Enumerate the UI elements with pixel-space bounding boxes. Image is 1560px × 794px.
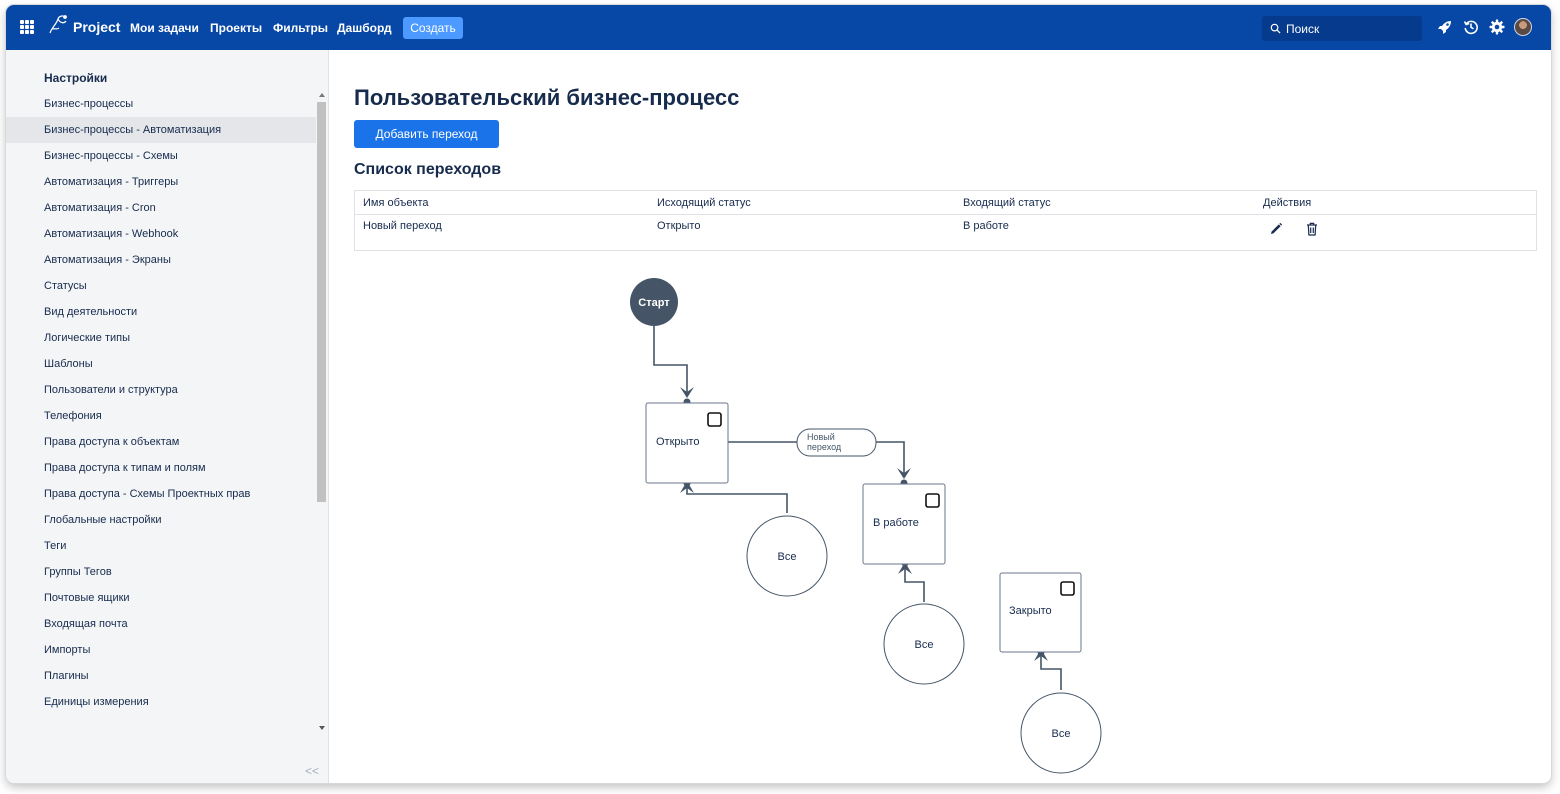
top-navigation-bar: Project Мои задачи Проекты Фильтры Дашбо… bbox=[6, 5, 1551, 50]
sidebar-item-imports[interactable]: Импорты bbox=[6, 637, 316, 663]
sidebar-title: Настройки bbox=[44, 71, 108, 85]
node-checkbox-icon[interactable] bbox=[925, 493, 940, 508]
search-placeholder: Поиск bbox=[1286, 21, 1320, 36]
workflow-diagram: Старт Открыто Новый переход В работе Зак… bbox=[630, 278, 1102, 774]
sidebar-list: Бизнес-процессы Бизнес-процессы - Автома… bbox=[6, 91, 316, 715]
status-label-open: Открыто bbox=[656, 436, 699, 448]
node-checkbox-icon[interactable] bbox=[1060, 581, 1075, 596]
all-node-label: Все bbox=[915, 639, 934, 651]
all-node-label: Все bbox=[1052, 728, 1071, 740]
edge-all-to-closed bbox=[1040, 655, 1062, 690]
sidebar-item-templates[interactable]: Шаблоны bbox=[6, 351, 316, 377]
edge-start-to-open bbox=[653, 326, 688, 394]
app-window: Project Мои задачи Проекты Фильтры Дашбо… bbox=[6, 5, 1551, 783]
sidebar-item-plugins[interactable]: Плагины bbox=[6, 663, 316, 689]
sidebar-item-automation-screens[interactable]: Автоматизация - Экраны bbox=[6, 247, 316, 273]
sidebar-item-automation-webhook[interactable]: Автоматизация - Webhook bbox=[6, 221, 316, 247]
sidebar-item-logical-types[interactable]: Логические типы bbox=[6, 325, 316, 351]
create-button[interactable]: Создать bbox=[403, 17, 463, 39]
transition-label-line1: Новый bbox=[807, 432, 835, 442]
edge-all-to-inwork bbox=[904, 567, 925, 602]
nav-my-tasks[interactable]: Мои задачи bbox=[130, 21, 199, 35]
sidebar-item-incoming-mail[interactable]: Входящая почта bbox=[6, 611, 316, 637]
sidebar-item-automation-triggers[interactable]: Автоматизация - Триггеры bbox=[6, 169, 316, 195]
nav-projects[interactable]: Проекты bbox=[210, 21, 262, 35]
transition-label-line2: переход bbox=[807, 442, 842, 452]
search-icon bbox=[1270, 23, 1281, 34]
status-node-in-work[interactable]: В работе bbox=[862, 483, 946, 565]
sidebar-item-object-access[interactable]: Права доступа к объектам bbox=[6, 429, 316, 455]
user-avatar[interactable] bbox=[1514, 18, 1532, 36]
sidebar-item-users-structure[interactable]: Пользователи и структура bbox=[6, 377, 316, 403]
sidebar-item-automation-cron[interactable]: Автоматизация - Cron bbox=[6, 195, 316, 221]
all-node-in-work[interactable]: Все bbox=[883, 603, 965, 685]
apps-grid-icon[interactable] bbox=[20, 20, 34, 34]
start-node-label: Старт bbox=[638, 297, 670, 309]
status-node-closed[interactable]: Закрыто bbox=[999, 572, 1082, 653]
sidebar-item-business-processes[interactable]: Бизнес-процессы bbox=[6, 91, 316, 117]
edge-all-to-open bbox=[686, 486, 788, 513]
history-icon[interactable] bbox=[1463, 19, 1479, 35]
sidebar-item-global-settings[interactable]: Глобальные настройки bbox=[6, 507, 316, 533]
nav-filters[interactable]: Фильтры bbox=[273, 21, 328, 35]
status-label-closed: Закрыто bbox=[1009, 605, 1052, 617]
sidebar-item-tag-groups[interactable]: Группы Тегов bbox=[6, 559, 316, 585]
sidebar-item-project-rights-schemes[interactable]: Права доступа - Схемы Проектных прав bbox=[6, 481, 316, 507]
sidebar-item-units[interactable]: Единицы измерения bbox=[6, 689, 316, 715]
status-label-in-work: В работе bbox=[873, 517, 919, 529]
settings-sidebar: Настройки Бизнес-процессы Бизнес-процесс… bbox=[6, 50, 329, 783]
sidebar-scrollbar-thumb[interactable] bbox=[317, 102, 326, 502]
main-content: Пользовательский бизнес-процесс Добавить… bbox=[330, 50, 1551, 783]
rocket-icon[interactable] bbox=[1437, 19, 1453, 35]
sidebar-item-mailboxes[interactable]: Почтовые ящики bbox=[6, 585, 316, 611]
all-node-open[interactable]: Все bbox=[746, 515, 828, 597]
node-checkbox-icon[interactable] bbox=[707, 412, 722, 427]
sidebar-item-type-field-access[interactable]: Права доступа к типам и полям bbox=[6, 455, 316, 481]
scroll-down-arrow[interactable] bbox=[319, 726, 325, 730]
status-node-open[interactable]: Открыто bbox=[645, 402, 729, 484]
sidebar-item-bp-automation[interactable]: Бизнес-процессы - Автоматизация bbox=[6, 117, 316, 143]
collapse-sidebar-icon[interactable]: << bbox=[305, 764, 319, 778]
all-node-label: Все bbox=[778, 551, 797, 563]
sidebar-item-statuses[interactable]: Статусы bbox=[6, 273, 316, 299]
transition-label-node[interactable]: Новый переход bbox=[796, 428, 877, 457]
project-logo-icon[interactable] bbox=[46, 13, 70, 37]
gear-icon[interactable] bbox=[1489, 19, 1505, 35]
sidebar-item-tags[interactable]: Теги bbox=[6, 533, 316, 559]
all-node-closed[interactable]: Все bbox=[1020, 692, 1102, 774]
sidebar-item-telephony[interactable]: Телефония bbox=[6, 403, 316, 429]
brand-name[interactable]: Project bbox=[73, 19, 120, 35]
edge-transition-to-inwork bbox=[876, 441, 905, 474]
sidebar-item-activity-type[interactable]: Вид деятельности bbox=[6, 299, 316, 325]
search-input[interactable]: Поиск bbox=[1262, 16, 1422, 41]
sidebar-item-bp-schemes[interactable]: Бизнес-процессы - Схемы bbox=[6, 143, 316, 169]
scroll-up-arrow[interactable] bbox=[319, 93, 325, 97]
nav-dashboard[interactable]: Дашборд bbox=[337, 21, 392, 35]
start-node[interactable]: Старт bbox=[630, 278, 678, 326]
